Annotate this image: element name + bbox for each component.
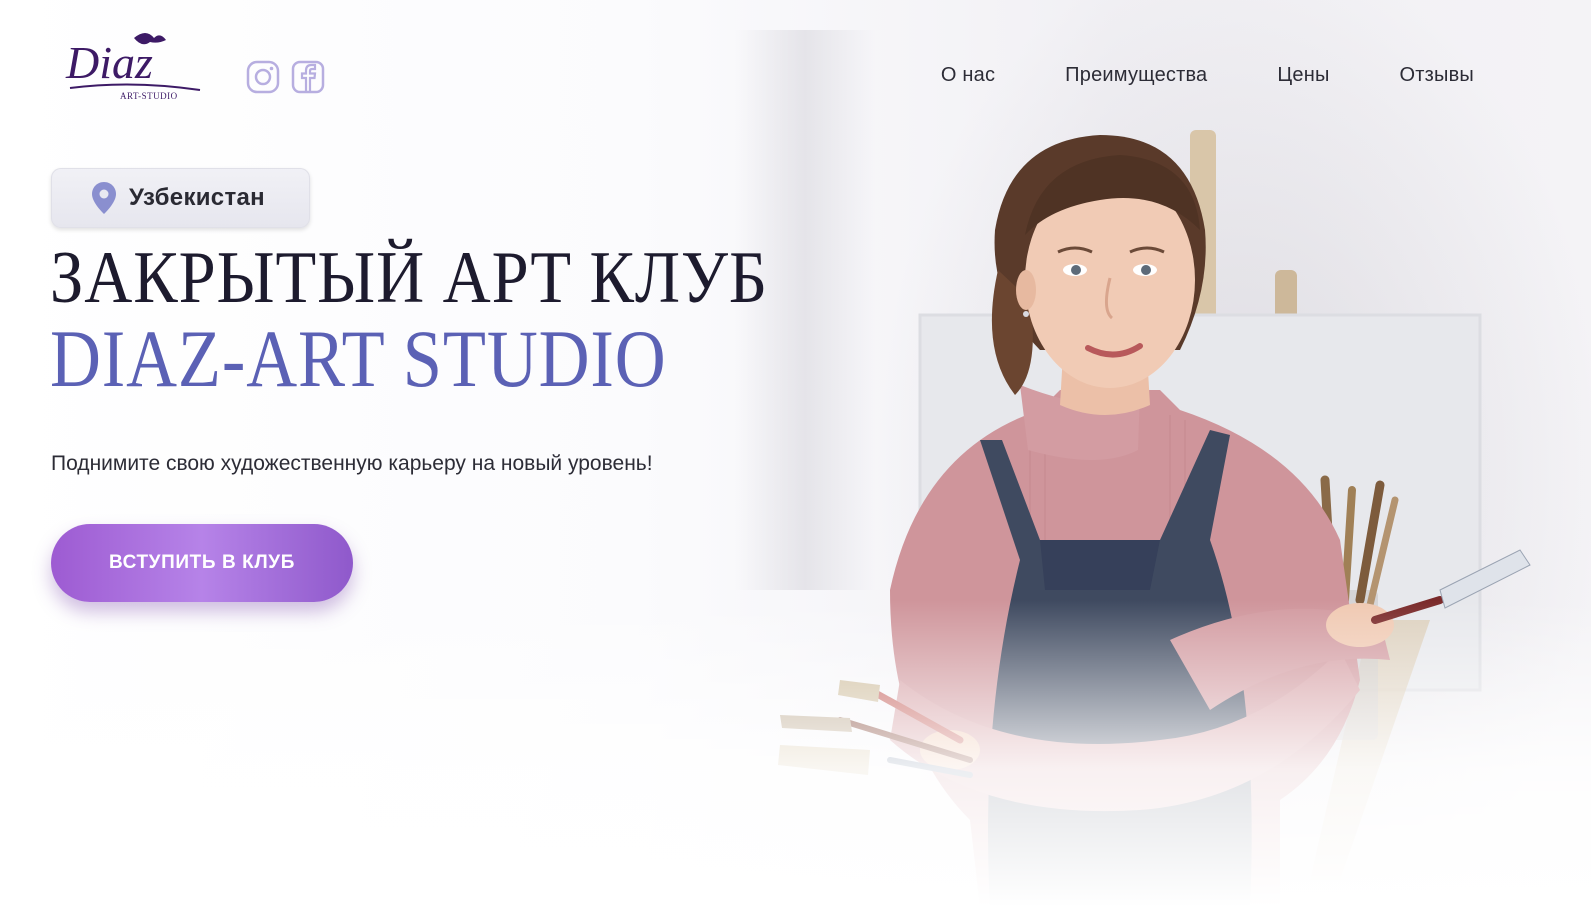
map-pin-icon — [92, 182, 116, 214]
floor-fade — [0, 600, 1591, 907]
hero-subtitle: Поднимите свою художественную карьеру на… — [51, 452, 653, 475]
logo-subtitle: ART-STUDIO — [120, 91, 178, 101]
hero-title-line1: ЗАКРЫТЫЙ АРТ КЛУБ — [50, 237, 769, 319]
hero-title-line2: DIAZ-ART STUDIO — [50, 313, 667, 404]
logo-wordmark: Diaz — [65, 37, 153, 88]
instagram-icon[interactable] — [246, 60, 280, 94]
nav-item-advantages[interactable]: Преимущества — [1065, 64, 1207, 87]
main-nav: О нас Преимущества Цены Отзывы — [941, 64, 1474, 87]
diaz-art-studio-logo[interactable]: Diaz ART-STUDIO — [62, 30, 204, 102]
nav-item-reviews[interactable]: Отзывы — [1400, 64, 1474, 87]
facebook-icon[interactable] — [291, 60, 325, 94]
location-badge: Узбекистан — [51, 168, 310, 228]
nav-item-about[interactable]: О нас — [941, 64, 995, 87]
join-club-button[interactable]: ВСТУПИТЬ В КЛУБ — [51, 524, 353, 602]
location-label: Узбекистан — [129, 184, 265, 211]
nav-item-prices[interactable]: Цены — [1277, 64, 1329, 87]
